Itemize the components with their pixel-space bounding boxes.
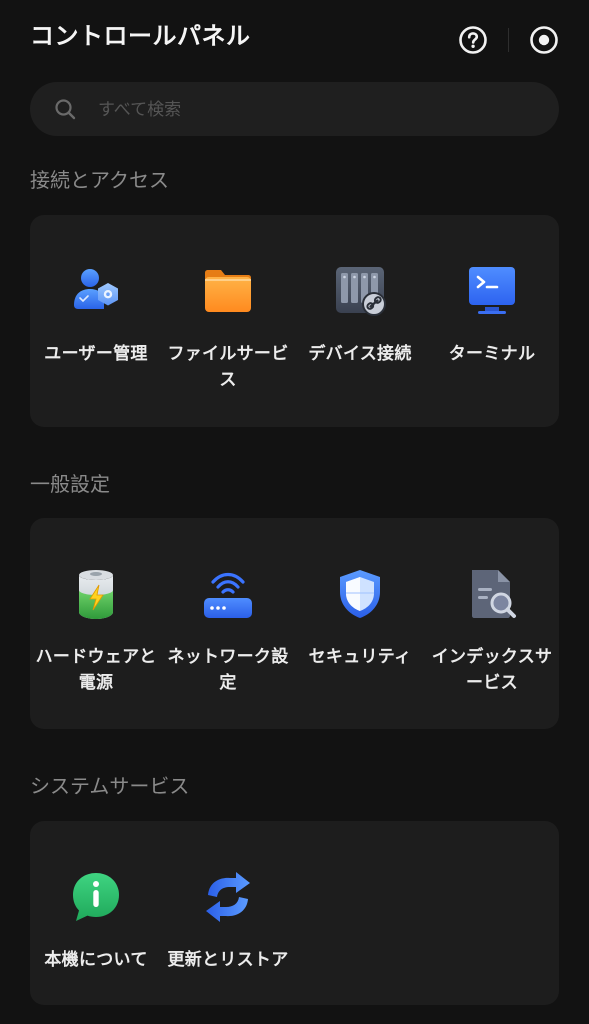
section-title-connection: 接続とアクセス (30, 168, 169, 192)
section-card-general: ハードウェアと電源 ネットワーク設定 セキュリティ インデックスサービス (30, 518, 559, 729)
tile-label: 本機について (44, 950, 148, 970)
tile-label: ハードウェアと電源 (35, 647, 157, 693)
refresh-icon (206, 872, 250, 922)
tile-label: インデックスサービス (431, 647, 553, 693)
search-icon (55, 99, 76, 120)
header: コントロールパネル (0, 0, 589, 80)
info-icon (73, 873, 119, 921)
search-input[interactable] (96, 82, 540, 138)
target-icon (530, 26, 558, 54)
tile-label: ユーザー管理 (44, 344, 148, 364)
users-icon (74, 269, 118, 309)
tile-label: デバイス接続 (308, 344, 412, 364)
tile-label: 更新とリストア (167, 950, 289, 970)
section-card-system: 本機について 更新とリストア (30, 821, 559, 1005)
help-button[interactable] (457, 24, 489, 56)
header-divider (508, 28, 509, 52)
tile-label: ネットワーク設定 (167, 647, 289, 693)
shield-icon (340, 570, 380, 618)
target-button[interactable] (528, 24, 560, 56)
nas-link-icon (336, 267, 386, 316)
folder-icon (205, 270, 251, 312)
section-card-connection: ユーザー管理 ファイルサービス デバイス接続 ターミナル (30, 215, 559, 427)
help-circle-icon (459, 26, 487, 54)
tile-label: ファイルサービス (167, 344, 289, 390)
tile-label: セキュリティ (308, 647, 412, 667)
page-title: コントロールパネル (30, 22, 251, 50)
section-title-general: 一般設定 (30, 472, 110, 496)
section-title-system: システムサービス (30, 774, 190, 798)
terminal-icon (469, 267, 515, 314)
document-search-icon (472, 570, 516, 618)
tile-label: ターミナル (448, 344, 536, 364)
router-icon (204, 572, 252, 618)
battery-icon (79, 570, 113, 619)
search-bar[interactable] (30, 82, 559, 138)
